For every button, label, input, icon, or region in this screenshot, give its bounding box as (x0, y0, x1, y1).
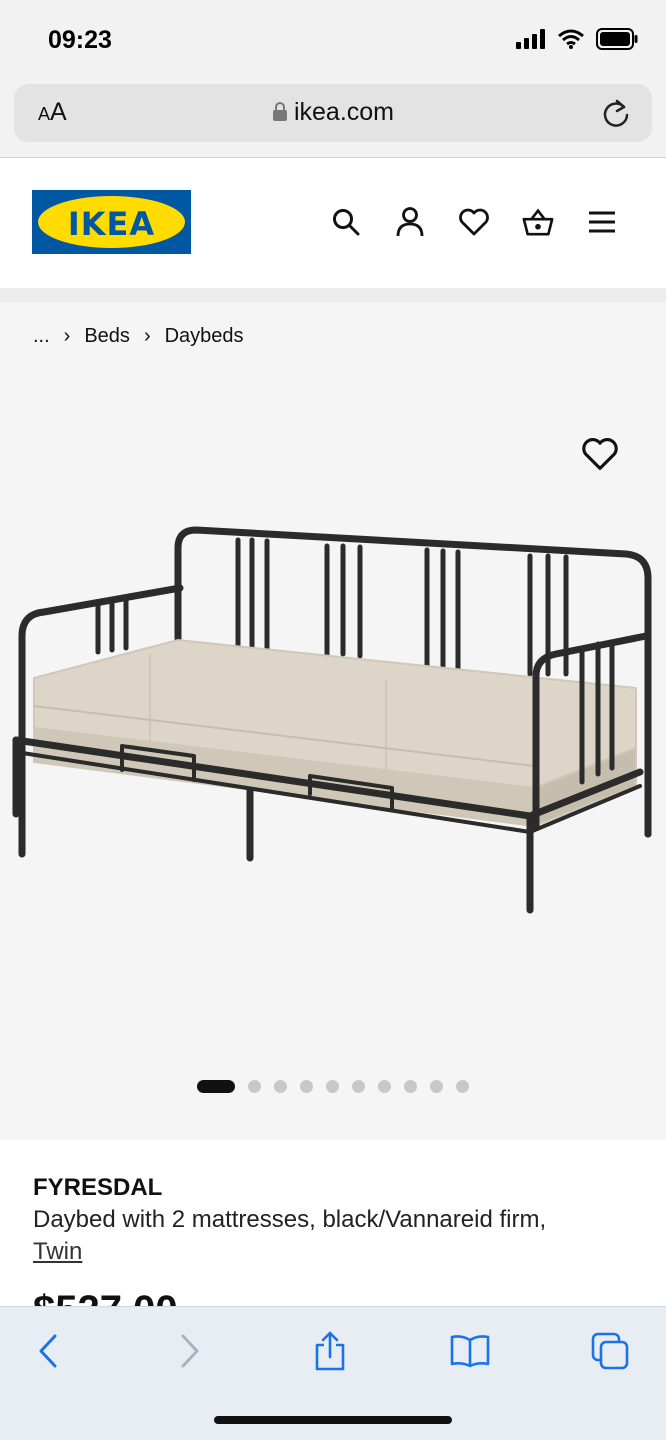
product-size-link[interactable]: Twin (33, 1238, 82, 1265)
heart-icon[interactable] (458, 206, 490, 238)
product-description-text: Daybed with 2 mattresses, black/Vannarei… (33, 1206, 547, 1233)
carousel-dot[interactable] (248, 1080, 261, 1093)
product-price: $527.00 (33, 1290, 178, 1306)
carousel-dots (0, 1080, 666, 1093)
breadcrumb: ... › Beds › Daybeds (33, 325, 244, 348)
carousel-dot[interactable] (430, 1080, 443, 1093)
back-icon[interactable] (28, 1331, 68, 1371)
logo-text: IKEA (67, 205, 156, 243)
search-icon[interactable] (330, 206, 362, 238)
carousel-dot[interactable] (300, 1080, 313, 1093)
address-bar[interactable]: AA ikea.com (14, 84, 652, 142)
ikea-logo[interactable]: IKEA (32, 190, 191, 254)
carousel-dot[interactable] (352, 1080, 365, 1093)
share-icon[interactable] (310, 1331, 350, 1371)
status-icons (516, 28, 638, 50)
carousel-dot[interactable] (378, 1080, 391, 1093)
product-image[interactable] (0, 422, 666, 982)
site-header: IKEA (0, 158, 666, 288)
signal-icon (516, 29, 545, 49)
url-display[interactable]: ikea.com (14, 98, 652, 127)
home-indicator (214, 1416, 452, 1424)
account-icon[interactable] (394, 206, 426, 238)
url-text: ikea.com (293, 98, 395, 126)
status-bar: 09:23 (0, 0, 666, 80)
breadcrumb-separator: › (63, 325, 71, 347)
tabs-icon[interactable] (590, 1331, 630, 1371)
carousel-dot[interactable] (456, 1080, 469, 1093)
basket-icon[interactable] (522, 206, 554, 238)
breadcrumb-daybeds[interactable]: Daybeds (165, 325, 244, 348)
header-divider (0, 288, 666, 302)
header-icons (330, 206, 618, 238)
battery-icon (596, 28, 638, 50)
breadcrumb-beds[interactable]: Beds (84, 325, 130, 348)
carousel-dot[interactable] (197, 1080, 235, 1093)
menu-icon[interactable] (586, 206, 618, 238)
lock-icon (272, 102, 287, 121)
carousel-dot[interactable] (326, 1080, 339, 1093)
product-description: Daybed with 2 mattresses, black/Vannarei… (33, 1204, 633, 1268)
breadcrumb-separator: › (143, 325, 151, 347)
product-name: FYRESDAL (33, 1174, 163, 1201)
bookmarks-icon[interactable] (450, 1331, 490, 1371)
reload-icon[interactable] (602, 98, 630, 128)
breadcrumb-ellipsis[interactable]: ... (33, 325, 50, 348)
product-info: FYRESDAL Daybed with 2 mattresses, black… (0, 1140, 666, 1306)
forward-icon[interactable] (170, 1331, 210, 1371)
wifi-icon (558, 29, 584, 49)
carousel-dot[interactable] (404, 1080, 417, 1093)
status-time: 09:23 (48, 26, 112, 54)
browser-address-area: AA ikea.com (0, 80, 666, 158)
carousel-dot[interactable] (274, 1080, 287, 1093)
